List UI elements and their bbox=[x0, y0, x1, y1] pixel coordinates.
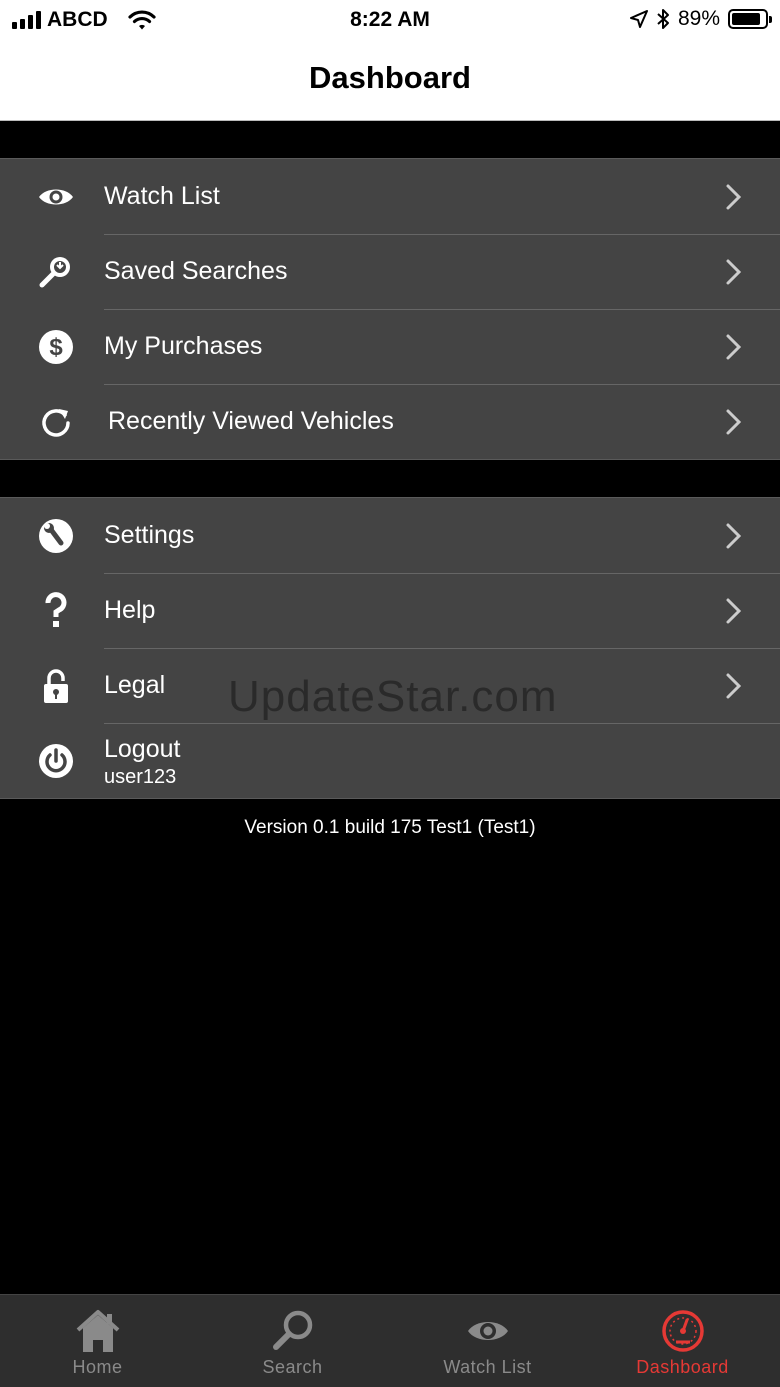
menu-item-label: Saved Searches bbox=[104, 257, 288, 285]
status-bar: ABCD 8:22 AM 89% bbox=[0, 0, 780, 40]
tab-label: Home bbox=[72, 1357, 123, 1377]
svg-text:$: $ bbox=[49, 334, 63, 361]
eye-icon bbox=[36, 177, 76, 217]
menu-group-primary: Watch List Saved Searches $ My Purchases bbox=[0, 158, 780, 460]
menu-item-watch-list[interactable]: Watch List bbox=[0, 159, 780, 234]
logged-in-username: user123 bbox=[104, 766, 177, 788]
menu-item-my-purchases[interactable]: $ My Purchases bbox=[0, 309, 780, 384]
logout-text: Logout user123 bbox=[104, 735, 180, 789]
menu-item-legal[interactable]: Legal bbox=[0, 648, 780, 723]
battery-icon bbox=[728, 9, 772, 29]
menu-item-label: Watch List bbox=[104, 182, 220, 210]
status-right: 89% bbox=[629, 7, 772, 31]
power-icon bbox=[36, 741, 76, 781]
eye-icon bbox=[463, 1307, 513, 1355]
wrench-icon bbox=[36, 516, 76, 556]
tab-search[interactable]: Search bbox=[195, 1295, 390, 1387]
menu-item-recently-viewed[interactable]: Recently Viewed Vehicles bbox=[0, 384, 780, 459]
chevron-right-icon bbox=[726, 598, 742, 623]
menu-item-saved-searches[interactable]: Saved Searches bbox=[0, 234, 780, 309]
chevron-right-icon bbox=[726, 673, 742, 698]
tab-label: Search bbox=[262, 1357, 323, 1377]
menu-item-help[interactable]: Help bbox=[0, 573, 780, 648]
menu-item-logout[interactable]: Logout user123 bbox=[0, 723, 780, 798]
bluetooth-icon bbox=[657, 9, 669, 29]
home-icon bbox=[73, 1307, 123, 1355]
search-icon bbox=[268, 1307, 318, 1355]
menu-item-label: Legal bbox=[104, 671, 166, 699]
tab-home[interactable]: Home bbox=[0, 1295, 195, 1387]
refresh-icon bbox=[36, 402, 76, 442]
chevron-right-icon bbox=[726, 409, 742, 434]
lock-icon bbox=[36, 666, 76, 706]
tab-watch-list[interactable]: Watch List bbox=[390, 1295, 585, 1387]
version-label: Version 0.1 build 175 Test1 (Test1) bbox=[244, 817, 536, 838]
chevron-right-icon bbox=[726, 259, 742, 284]
logout-label: Logout bbox=[104, 735, 181, 763]
tab-label: Dashboard bbox=[636, 1357, 729, 1377]
speedometer-icon bbox=[658, 1307, 708, 1355]
menu-item-label: Help bbox=[104, 596, 156, 624]
menu-item-settings[interactable]: Settings bbox=[0, 498, 780, 573]
menu-item-label: My Purchases bbox=[104, 332, 263, 360]
dollar-icon: $ bbox=[36, 327, 76, 367]
menu-item-label: Recently Viewed Vehicles bbox=[108, 407, 394, 435]
question-icon bbox=[36, 591, 76, 631]
page-title: Dashboard bbox=[309, 60, 471, 95]
navigation-bar: Dashboard bbox=[0, 40, 780, 121]
tab-dashboard[interactable]: Dashboard bbox=[585, 1295, 780, 1387]
chevron-right-icon bbox=[726, 334, 742, 359]
chevron-right-icon bbox=[726, 523, 742, 548]
tab-bar: Home Search Watch List Dashboard bbox=[0, 1294, 780, 1387]
battery-percent: 89% bbox=[677, 7, 720, 30]
chevron-right-icon bbox=[726, 184, 742, 209]
menu-group-secondary: Settings Help Legal Logout user123 bbox=[0, 497, 780, 799]
tab-label: Watch List bbox=[443, 1357, 532, 1377]
saved-search-icon bbox=[36, 252, 76, 292]
menu-item-label: Settings bbox=[104, 521, 195, 549]
battery-fill bbox=[732, 13, 761, 25]
location-arrow-icon bbox=[629, 10, 648, 28]
